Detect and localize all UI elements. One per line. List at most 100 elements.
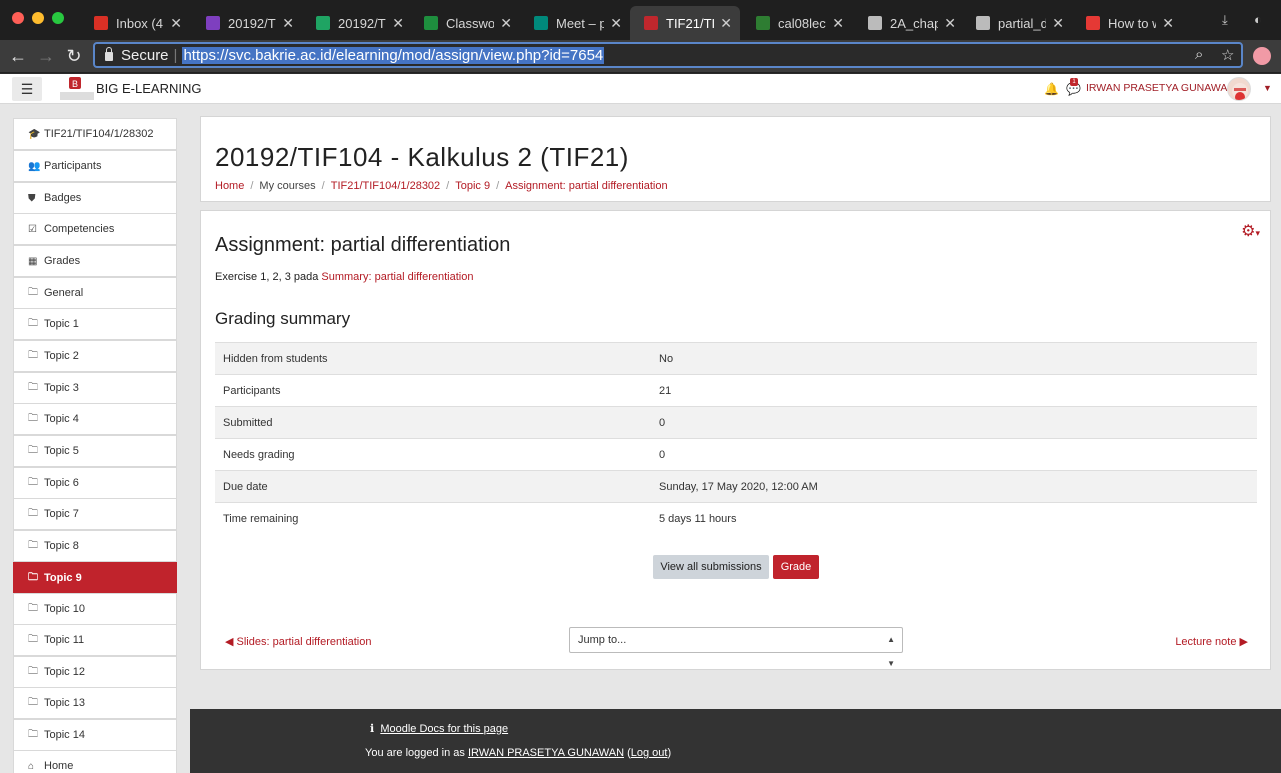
- close-tab-icon[interactable]: ✕: [282, 15, 294, 32]
- logout-link[interactable]: Log out: [631, 747, 668, 759]
- sidebar-item[interactable]: 🗀 Topic 6: [13, 467, 177, 499]
- maximize-window-icon[interactable]: [52, 12, 64, 24]
- close-tab-icon[interactable]: ✕: [392, 15, 404, 32]
- sidebar-item[interactable]: 🗀 Topic 10: [13, 593, 177, 625]
- home-icon: ⌂: [28, 760, 35, 772]
- reload-icon[interactable]: ↻: [62, 44, 86, 68]
- jump-to-select[interactable]: Jump to... ▲ ▼: [569, 627, 903, 668]
- breadcrumb-item[interactable]: TIF21/TIF104/1/28302: [331, 180, 440, 192]
- close-tab-icon[interactable]: ✕: [832, 15, 844, 32]
- previous-activity-link[interactable]: ◀ Slides: partial differentiation: [225, 635, 371, 648]
- sidebar-item[interactable]: ⛊ Badges: [13, 182, 177, 214]
- site-name[interactable]: BIG E-LEARNING: [96, 81, 201, 96]
- zoom-icon[interactable]: ⌕: [1195, 46, 1203, 63]
- folder-icon: 🗀: [28, 349, 38, 361]
- user-menu-caret-icon[interactable]: ▼: [1263, 83, 1272, 93]
- page-title: 20192/TIF104 - Kalkulus 2 (TIF21): [215, 142, 629, 172]
- sidebar-item-label: General: [44, 287, 84, 299]
- next-activity-link[interactable]: Lecture note ▶: [1175, 635, 1248, 648]
- close-tab-icon[interactable]: ✕: [1162, 15, 1174, 32]
- close-tab-icon[interactable]: ✕: [610, 15, 622, 32]
- assignment-title: Assignment: partial differentiation: [215, 234, 511, 256]
- browser-tab[interactable]: Meet – pw ✕: [520, 6, 630, 40]
- notification-bell-icon[interactable]: 🔔: [1044, 82, 1059, 96]
- user-name[interactable]: IRWAN PRASETYA GUNAWAN: [1086, 82, 1235, 94]
- browser-tab-label: TIF21/TIF: [666, 15, 715, 31]
- close-tab-icon[interactable]: ✕: [944, 15, 956, 32]
- sidebar-item[interactable]: 👥 Participants: [13, 150, 177, 182]
- browser-tab-label: Inbox (4,5: [116, 15, 164, 31]
- browser-tab[interactable]: cal08lect ✕: [742, 6, 852, 40]
- minimize-window-icon[interactable]: [32, 12, 44, 24]
- browser-tab[interactable]: Inbox (4,5 ✕: [80, 6, 190, 40]
- browser-tab[interactable]: Classwork ✕: [410, 6, 520, 40]
- browser-tab-label: How to w: [1108, 15, 1157, 31]
- assignment-intro: Exercise 1, 2, 3 pada Summary: partial d…: [215, 271, 473, 283]
- sidebar-item[interactable]: 🗀 Topic 2: [13, 340, 177, 372]
- forward-icon[interactable]: →: [34, 44, 58, 68]
- sidebar-item[interactable]: 🗀 Topic 11: [13, 624, 177, 656]
- sidebar-item[interactable]: 🗀 General: [13, 277, 177, 309]
- url-text[interactable]: https://svc.bakrie.ac.id/elearning/mod/a…: [182, 46, 605, 64]
- folder-icon: 🗀: [28, 507, 38, 519]
- sidebar-item[interactable]: ☑ Competencies: [13, 213, 177, 245]
- sidebar-item[interactable]: ⌂ Home: [13, 750, 177, 773]
- close-tab-icon[interactable]: ✕: [720, 15, 732, 32]
- sidebar-item[interactable]: 🎓 TIF21/TIF104/1/28302: [13, 118, 177, 150]
- profile-icon[interactable]: [1253, 47, 1271, 65]
- sidebar-item-label: TIF21/TIF104/1/28302: [44, 128, 154, 140]
- folder-icon: 🗀: [28, 571, 38, 583]
- browser-tab[interactable]: 2A_chap1 ✕: [854, 6, 964, 40]
- close-window-icon[interactable]: [12, 12, 24, 24]
- row-label: Participants: [215, 374, 651, 407]
- sidebar-item[interactable]: 🗀 Topic 14: [13, 719, 177, 751]
- intro-summary-link[interactable]: Summary: partial differentiation: [321, 271, 473, 283]
- folder-icon: 🗀: [28, 317, 38, 329]
- browser-tab[interactable]: 20192/TI ✕: [302, 6, 412, 40]
- browser-tab[interactable]: How to w ✕: [1072, 6, 1182, 40]
- view-all-submissions-button[interactable]: View all submissions: [653, 555, 769, 579]
- table-row: Participants 21: [215, 374, 1257, 407]
- menu-toggle-icon[interactable]: ☰: [12, 77, 42, 101]
- row-label: Time remaining: [215, 502, 651, 535]
- close-tab-icon[interactable]: ✕: [170, 15, 182, 32]
- sidebar-item[interactable]: 🗀 Topic 3: [13, 372, 177, 404]
- sidebar-item[interactable]: 🗀 Topic 1: [13, 308, 177, 340]
- sidebar-item-label: Topic 11: [44, 634, 85, 646]
- close-tab-icon[interactable]: ✕: [1052, 15, 1064, 32]
- sidebar-item[interactable]: 🗀 Topic 5: [13, 435, 177, 467]
- sidebar-item[interactable]: ▦ Grades: [13, 245, 177, 277]
- logged-user-link[interactable]: IRWAN PRASETYA GUNAWAN: [468, 747, 624, 759]
- sidebar-item[interactable]: 🗀 Topic 9: [13, 562, 177, 594]
- avatar[interactable]: [1227, 77, 1251, 101]
- sidebar-item[interactable]: 🗀 Topic 8: [13, 530, 177, 562]
- browser-tab-label: 2A_chap1: [890, 15, 939, 31]
- breadcrumb-separator: /: [250, 180, 254, 192]
- incognito-icon: ◐: [1254, 12, 1262, 27]
- sidebar-item[interactable]: 🗀 Topic 12: [13, 656, 177, 688]
- sidebar-item[interactable]: 🗀 Topic 13: [13, 687, 177, 719]
- breadcrumb-item[interactable]: Home: [215, 180, 244, 192]
- minimize-tabs-icon[interactable]: ⤓: [1222, 12, 1228, 28]
- browser-tab[interactable]: TIF21/TIF ✕: [630, 6, 740, 40]
- settings-gear-icon[interactable]: ⚙▾: [1241, 221, 1260, 241]
- intro-text: Exercise 1, 2, 3 pada: [215, 271, 322, 283]
- sidebar-item-label: Competencies: [44, 223, 115, 235]
- bookmark-star-icon[interactable]: ☆: [1221, 46, 1234, 64]
- back-icon[interactable]: ←: [6, 44, 30, 68]
- sidebar-item[interactable]: 🗀 Topic 4: [13, 403, 177, 435]
- breadcrumb-item[interactable]: Assignment: partial differentiation: [505, 180, 667, 192]
- secure-label: Secure: [121, 46, 169, 64]
- moodle-docs-link[interactable]: Moodle Docs for this page: [380, 723, 508, 735]
- breadcrumb-item[interactable]: Topic 9: [455, 180, 490, 192]
- browser-tab[interactable]: partial_di ✕: [962, 6, 1072, 40]
- breadcrumb-separator: /: [321, 180, 325, 192]
- close-tab-icon[interactable]: ✕: [500, 15, 512, 32]
- browser-tab[interactable]: 20192/TI ✕: [192, 6, 302, 40]
- grade-button[interactable]: Grade: [773, 555, 819, 579]
- lock-icon: [105, 47, 113, 61]
- sidebar-item[interactable]: 🗀 Topic 7: [13, 498, 177, 530]
- sidebar-item-label: Topic 2: [44, 350, 79, 362]
- browser-window: Inbox (4,5✕20192/TI✕20192/TI✕Classwork✕M…: [0, 0, 1281, 773]
- address-bar[interactable]: Secure | https://svc.bakrie.ac.id/elearn…: [93, 42, 1243, 68]
